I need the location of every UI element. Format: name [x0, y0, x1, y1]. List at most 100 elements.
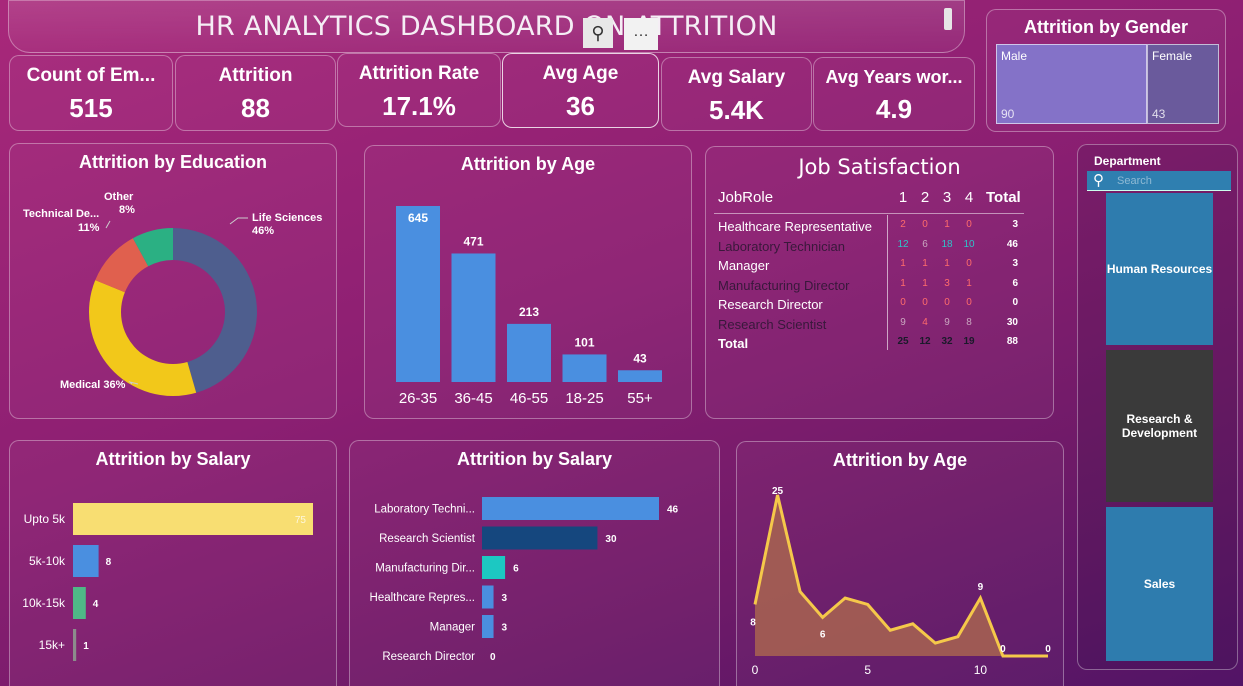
age-bar-category-0: 26-35 — [399, 390, 437, 407]
kpi-label: Avg Age — [542, 63, 619, 84]
age-area-chart[interactable]: 8 25 6 9 0 0 0 5 10 — [737, 475, 1063, 686]
age-bar-2[interactable] — [507, 323, 551, 382]
js-header-cell-5: Total — [986, 189, 1021, 206]
age-bar-value-2: 213 — [519, 305, 539, 319]
education-card[interactable]: Attrition by Education Life Sciences 46%… — [9, 143, 337, 419]
role-bar-card[interactable]: Attrition by Salary Laboratory Techni...… — [349, 440, 720, 686]
label-tech-pct: 11% — [78, 222, 100, 234]
age-bar-card[interactable]: Attrition by Age 645 26-35 471 36-45 213 46-5… — [364, 145, 692, 419]
slicer-title: Department — [1094, 154, 1161, 168]
role-bar-category-5: Research Director — [382, 651, 475, 663]
kpi-label: Count of Em... — [26, 65, 156, 86]
slicer-search[interactable]: ⚲ Search — [1087, 171, 1231, 191]
filter-icon[interactable]: ⚲ — [583, 18, 613, 48]
role-bar-value-0: 46 — [667, 505, 679, 516]
js-row-2-cell-2: 1 — [922, 258, 928, 269]
kpi-card-avg-years[interactable]: Avg Years wor... 4.9 — [813, 57, 975, 131]
role-bar-category-0: Laboratory Techni... — [374, 504, 475, 516]
role-bar-4[interactable] — [482, 615, 494, 638]
dashboard-title-bar: HR ANALYTICS DASHBOARD ON ATTRITION — [8, 0, 965, 53]
js-header-cell-3: 3 — [942, 189, 952, 206]
age-line-label-1: 25 — [772, 486, 784, 497]
js-row-4-cell-1: 0 — [900, 297, 906, 308]
js-row-5-cell-5: 30 — [1006, 316, 1018, 328]
salary-bar-category-1: 5k-10k — [29, 554, 66, 568]
search-icon: ⚲ — [1093, 172, 1104, 189]
age-bar-3[interactable] — [562, 354, 607, 382]
js-row-2-cell-0: Manager — [718, 258, 770, 273]
salary-bar-chart[interactable]: Upto 5k 75 5k-10k 8 10k-15k 4 15k+ 1 — [10, 477, 336, 686]
js-row-1-cell-0: Laboratory Technician — [718, 238, 845, 254]
kpi-card-avg-age[interactable]: Avg Age 36 — [502, 53, 659, 128]
role-bar-value-1: 30 — [605, 534, 617, 545]
slicer-item-research-development[interactable]: Research & Development — [1106, 350, 1213, 502]
education-donut-chart[interactable]: Life Sciences 46% Medical 36% Technical … — [10, 178, 336, 418]
age-line-xtick-2: 10 — [974, 663, 988, 677]
role-bar-chart[interactable]: Laboratory Techni... 46 Research Scientist… — [350, 477, 719, 686]
kpi-card-attrition[interactable]: Attrition 88 — [175, 55, 336, 131]
gender-male-tile[interactable]: Male 90 — [996, 44, 1147, 124]
salary-bar-1[interactable] — [73, 545, 99, 577]
age-bar-4[interactable] — [618, 370, 662, 382]
kpi-card-employee-count[interactable]: Count of Em... 515 — [9, 55, 173, 131]
age-bar-0[interactable] — [396, 206, 440, 382]
role-bar-3[interactable] — [482, 585, 494, 609]
kpi-label: Attrition — [218, 65, 293, 86]
salary-bar-value-0: 75 — [295, 515, 307, 526]
slicer-item-human-resources[interactable]: Human Resources — [1106, 193, 1213, 345]
job-satisfaction-card[interactable]: Job Satisfaction JobRole 1 2 3 4 Total Healthc… — [705, 146, 1054, 419]
kpi-card-attrition-rate[interactable]: Attrition Rate 17.1% — [337, 53, 501, 127]
kpi-card-avg-salary[interactable]: Avg Salary 5.4K — [661, 57, 812, 131]
js-row-3-cell-4: 1 — [966, 277, 972, 289]
gender-female-tile[interactable]: Female 43 — [1147, 44, 1219, 124]
js-total-cell-3: 32 — [941, 336, 953, 347]
js-row-0-cell-5: 3 — [1012, 219, 1018, 230]
salary-bar-3[interactable] — [73, 629, 77, 661]
role-bar-2[interactable] — [482, 556, 506, 579]
js-row-4-cell-5: 0 — [1012, 297, 1018, 308]
role-bar-0[interactable] — [482, 497, 659, 520]
label-other: Other — [104, 191, 134, 203]
role-bar-category-3: Healthcare Repres... — [370, 592, 475, 604]
salary-bar-title: Attrition by Salary — [95, 449, 251, 469]
scrollbar[interactable] — [944, 8, 952, 30]
js-row-5-cell-4: 8 — [966, 316, 972, 328]
age-bar-chart[interactable]: 645 26-35 471 36-45 213 46-55 101 18-25 43 55+ — [365, 178, 691, 418]
role-bar-category-1: Research Scientist — [379, 533, 476, 545]
js-row-2-cell-3: 1 — [944, 258, 950, 269]
age-bar-1[interactable] — [451, 253, 496, 382]
salary-bar-category-2: 10k-15k — [22, 596, 66, 610]
salary-bar-0[interactable] — [73, 503, 313, 535]
label-medical: Medical 36% — [60, 379, 126, 391]
department-slicer[interactable]: Department ⚲ Search Human Resources Rese… — [1077, 144, 1238, 670]
age-line-card[interactable]: Attrition by Age 8 25 6 9 0 0 0 5 10 — [736, 441, 1064, 686]
age-bar-value-0: 645 — [408, 211, 428, 225]
js-row-5-cell-1: 9 — [900, 316, 906, 328]
age-bar-category-1: 36-45 — [454, 390, 492, 407]
age-line-label-2: 6 — [820, 629, 826, 640]
js-row-0-cell-0: Healthcare Representative — [718, 219, 872, 234]
gender-male-label: Male — [1001, 49, 1028, 63]
slicer-item-sales[interactable]: Sales — [1106, 507, 1213, 661]
js-row-1-cell-2: 6 — [922, 238, 928, 250]
role-bar-1[interactable] — [482, 526, 598, 550]
slicer-item-label: Sales — [1143, 577, 1176, 591]
js-row-2-cell-5: 3 — [1012, 258, 1018, 269]
leader-life — [229, 217, 248, 225]
salary-bar-value-3: 1 — [83, 641, 89, 652]
js-row-3-cell-1: 1 — [900, 277, 906, 289]
js-row-2-cell-1: 1 — [900, 258, 906, 269]
search-input[interactable]: Search — [1117, 175, 1152, 187]
kpi-value: 88 — [241, 93, 270, 123]
salary-bar-value-1: 8 — [106, 557, 112, 568]
js-total-cell-0: Total — [718, 336, 749, 351]
age-bar-value-1: 471 — [463, 234, 483, 248]
gender-card[interactable]: Attrition by Gender Male 90 Female 43 — [986, 9, 1226, 132]
salary-bar-2[interactable] — [73, 587, 86, 619]
more-options-icon[interactable]: … — [624, 18, 658, 50]
salary-bar-value-2: 4 — [93, 599, 99, 610]
salary-bar-card[interactable]: Attrition by Salary Upto 5k 75 5k-10k 8 10k-… — [9, 440, 337, 686]
dashboard-title: HR ANALYTICS DASHBOARD ON ATTRITION — [195, 11, 778, 42]
kpi-label: Attrition Rate — [358, 63, 480, 84]
salary-bar-category-3: 15k+ — [39, 638, 65, 652]
